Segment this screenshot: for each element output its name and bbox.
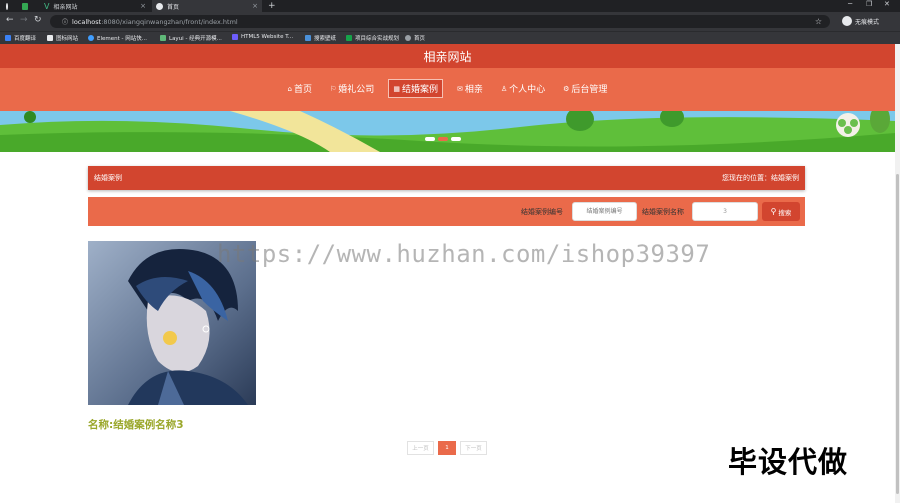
bookmark-icon (88, 35, 94, 41)
carousel-indicators (425, 137, 461, 141)
scrollbar-thumb[interactable] (896, 174, 899, 494)
prev-page-button[interactable]: 上一页 (407, 441, 434, 455)
tab-xiangqin[interactable]: V 相亲网站 × (40, 0, 150, 12)
new-tab-button[interactable]: + (268, 1, 276, 11)
bookmark-item[interactable]: Layui - 经典开源模... (160, 34, 222, 42)
reload-icon[interactable]: ↻ (34, 15, 42, 25)
bookmark-item[interactable]: 百度翻译 (5, 34, 36, 42)
address-bar[interactable]: ⓘ localhost:8080/xiangqinwangzhan/front/… (50, 15, 830, 28)
pagination: 上一页 1 下一页 (407, 441, 487, 455)
search-button[interactable]: ⚲ 搜索 (762, 202, 800, 221)
nav-item-dating[interactable]: ✉ 相亲 (453, 79, 487, 98)
bookmark-item[interactable]: 项目综合实战规划 (346, 34, 399, 42)
case-name-label: 结婚案例名称 (642, 208, 684, 216)
green-favicon-icon (22, 2, 28, 10)
close-icon[interactable]: × (252, 2, 258, 10)
bookmark-item[interactable]: 图标网站 (47, 34, 78, 42)
incognito-icon (842, 16, 852, 26)
site-header: 相亲网站 ⌂ 首页 ⚐ 婚礼公司 ▦ 结婚案例 ✉ 相亲 ♙ 个人中心 ⚙ 后台管理 (0, 44, 895, 111)
info-icon: ⓘ (62, 19, 69, 26)
home-icon: ⌂ (287, 84, 292, 93)
browser-toolbar: ← → ↻ ⓘ localhost:8080/xiangqinwangzhan/… (0, 12, 900, 31)
breadcrumb: 结婚案例 您现在的位置：结婚案例 (88, 166, 805, 190)
tab-label: 相亲网站 (53, 3, 78, 11)
globe-icon (405, 35, 411, 41)
guest-profile[interactable]: 无痕模式 (842, 16, 879, 26)
bookmark-icon (160, 35, 166, 41)
browser-tab-strip: V 相亲网站 × 首页 × + ─ ❐ ✕ (0, 0, 900, 12)
carousel-dot[interactable] (451, 137, 461, 141)
guest-label: 无痕模式 (855, 18, 880, 26)
case-name-input[interactable]: 3 (692, 202, 758, 221)
carousel-dot[interactable] (425, 137, 435, 141)
case-name[interactable]: 名称:结婚案例名称3 (88, 417, 184, 432)
tab-pinned[interactable] (2, 0, 16, 12)
tab-pinned-2[interactable] (18, 0, 36, 12)
bookmark-item[interactable]: 搜索壁纸 (305, 34, 336, 42)
search-button-label: 搜索 (778, 208, 792, 217)
tab-label: 首页 (167, 3, 180, 11)
user-icon: ♙ (500, 84, 508, 93)
maximize-icon[interactable]: ❐ (866, 0, 872, 8)
close-icon[interactable]: × (140, 2, 146, 10)
watermark-url: https://www.huzhan.com/ishop39397 (217, 240, 711, 268)
case-number-input[interactable] (572, 202, 637, 221)
star-icon[interactable]: ☆ (815, 17, 822, 26)
url-host: localhost (72, 17, 102, 26)
next-page-button[interactable]: 下一页 (460, 441, 487, 455)
grid-icon: ▦ (393, 84, 400, 93)
bookmarks-bar: 百度翻译 图标网站 Element - 网站快... Layui - 经典开源模… (0, 31, 900, 44)
nav-item-wedding-cases[interactable]: ▦ 结婚案例 (388, 79, 443, 98)
forward-icon[interactable]: → (20, 15, 28, 25)
site-title: 相亲网站 (423, 50, 472, 64)
mail-icon: ✉ (456, 84, 463, 93)
carousel-dot-active[interactable] (438, 137, 448, 141)
hero-banner (0, 111, 895, 152)
promo-sticker: 毕设代做 (728, 445, 849, 479)
search-icon: ⚲ (770, 207, 777, 216)
main-nav: ⌂ 首页 ⚐ 婚礼公司 ▦ 结婚案例 ✉ 相亲 ♙ 个人中心 ⚙ 后台管理 (0, 79, 895, 98)
gear-icon: ⚙ (563, 84, 570, 93)
nav-item-personal-center[interactable]: ♙ 个人中心 (497, 79, 549, 98)
browser-favicon-icon (6, 2, 8, 10)
vue-favicon-icon: V (44, 1, 50, 11)
page-scrollbar[interactable] (895, 44, 900, 503)
nav-item-admin[interactable]: ⚙ 后台管理 (559, 79, 611, 98)
flag-icon: ⚐ (330, 84, 337, 93)
globe-icon (156, 2, 163, 10)
bookmark-icon (305, 35, 311, 41)
nav-item-wedding-company[interactable]: ⚐ 婚礼公司 (326, 79, 378, 98)
tab-home[interactable]: 首页 × (152, 0, 262, 12)
bookmark-item[interactable]: 首页 (405, 34, 425, 42)
bookmark-item[interactable]: Element - 网站快... (88, 34, 147, 42)
section-title: 结婚案例 (94, 174, 122, 182)
bookmark-icon (47, 35, 53, 41)
url-path: :8080/xiangqinwangzhan/front/index.html (101, 17, 238, 26)
current-location: 您现在的位置：结婚案例 (722, 174, 799, 182)
bookmark-icon (5, 35, 11, 41)
bookmark-icon (346, 35, 352, 41)
banner-illustration (0, 111, 895, 152)
nav-item-home[interactable]: ⌂ 首页 (284, 79, 316, 98)
back-icon[interactable]: ← (6, 15, 14, 25)
page-viewport: 相亲网站 ⌂ 首页 ⚐ 婚礼公司 ▦ 结婚案例 ✉ 相亲 ♙ 个人中心 ⚙ 后台管理 (0, 44, 895, 503)
close-window-icon[interactable]: ✕ (884, 0, 890, 8)
bookmark-icon (232, 34, 238, 40)
minimize-icon[interactable]: ─ (848, 0, 852, 8)
bookmark-item[interactable]: HTML5 Website T... (232, 34, 293, 40)
search-bar: 结婚案例编号 结婚案例名称 3 ⚲ 搜索 (88, 197, 805, 226)
case-number-label: 结婚案例编号 (521, 208, 563, 216)
page-number-current[interactable]: 1 (438, 441, 456, 455)
